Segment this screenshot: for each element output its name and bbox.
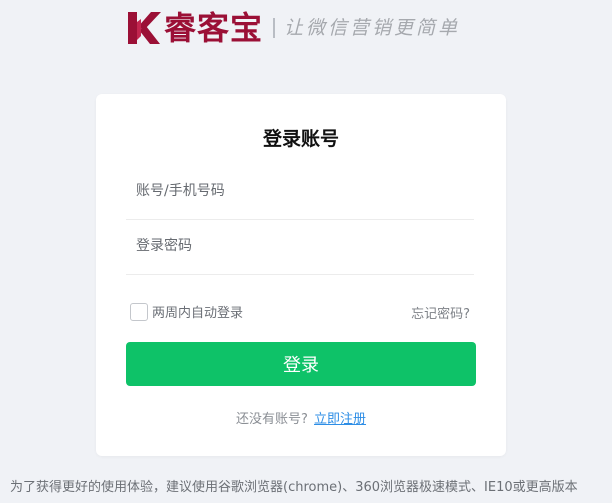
browser-recommendation-note: 为了获得更好的使用体验，建议使用谷歌浏览器(chrome)、360浏览器极速模式… — [10, 480, 578, 495]
account-input[interactable] — [136, 165, 466, 217]
register-question: 还没有账号? — [235, 412, 308, 427]
header-divider — [273, 18, 276, 38]
k-logo-icon — [128, 12, 161, 44]
brand-name: 睿客宝 — [164, 9, 264, 47]
register-link[interactable]: 立即注册 — [314, 412, 366, 427]
remember-me-toggle[interactable]: 两周内自动登录 — [130, 302, 243, 321]
remember-me-label: 两周内自动登录 — [152, 306, 244, 321]
forgot-password-link[interactable]: 忘记密码? — [411, 303, 470, 322]
slogan: 让微信营销更简单 — [284, 17, 461, 39]
login-card: 登录账号 两周内自动登录 忘记密码? 登录 还没有账号? 立即注册 — [96, 94, 506, 456]
register-row: 还没有账号? 立即注册 — [96, 408, 506, 427]
password-field — [126, 220, 474, 275]
account-field — [126, 165, 474, 220]
login-title: 登录账号 — [262, 128, 339, 150]
password-input[interactable] — [136, 220, 466, 272]
checkbox-icon[interactable] — [130, 302, 148, 321]
login-button[interactable]: 登录 — [126, 342, 476, 386]
header: 睿客宝 让微信营销更简单 — [124, 8, 460, 48]
